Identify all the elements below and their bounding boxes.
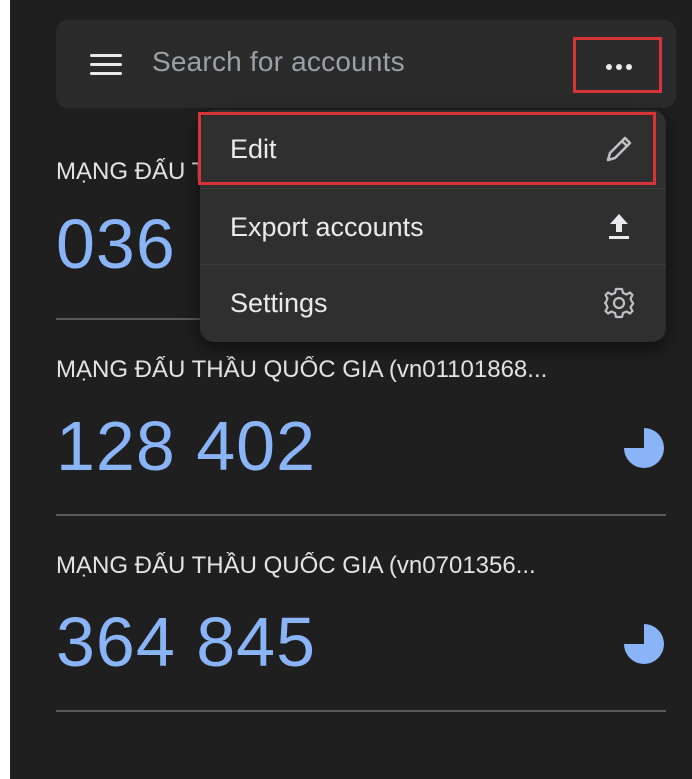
otp-code: 364 845 bbox=[56, 603, 317, 681]
upload-icon bbox=[609, 214, 629, 239]
overflow-menu: Edit Export accounts Settings bbox=[200, 110, 666, 342]
menu-item-label: Export accounts bbox=[230, 212, 424, 242]
more-options-button[interactable] bbox=[573, 37, 662, 93]
gear-icon bbox=[603, 287, 635, 319]
countdown-timer-icon bbox=[624, 624, 664, 664]
menu-item-label: Edit bbox=[230, 134, 277, 164]
countdown-timer-icon bbox=[624, 428, 664, 468]
account-item[interactable]: MẠNG ĐẤU THẦU QUỐC GIA (vn0701356... 364… bbox=[56, 552, 666, 702]
account-item[interactable]: MẠNG ĐẤU THẦU QUỐC GIA (vn01101868... 12… bbox=[56, 356, 666, 506]
search-placeholder[interactable]: Search for accounts bbox=[152, 46, 405, 78]
menu-item-settings[interactable]: Settings bbox=[200, 264, 666, 342]
menu-item-edit[interactable]: Edit bbox=[200, 110, 666, 188]
account-name: MẠNG ĐẤU THẦU QUỐC GIA (vn01101868... bbox=[56, 356, 548, 383]
hamburger-menu-icon[interactable] bbox=[90, 54, 122, 76]
otp-code: 128 402 bbox=[56, 407, 317, 485]
account-divider bbox=[56, 514, 666, 516]
more-dots-icon bbox=[606, 64, 612, 70]
menu-item-export-accounts[interactable]: Export accounts bbox=[200, 188, 666, 266]
authenticator-screen: Search for accounts MẠNG ĐẤU THẦU QUỐC G… bbox=[10, 0, 692, 779]
menu-item-label: Settings bbox=[230, 288, 328, 318]
pencil-icon bbox=[606, 136, 632, 162]
account-name: MẠNG ĐẤU THẦU QUỐC GIA (vn0701356... bbox=[56, 552, 536, 579]
account-divider bbox=[56, 710, 666, 712]
search-bar[interactable]: Search for accounts bbox=[56, 20, 676, 108]
otp-code: 036 bbox=[56, 205, 176, 283]
